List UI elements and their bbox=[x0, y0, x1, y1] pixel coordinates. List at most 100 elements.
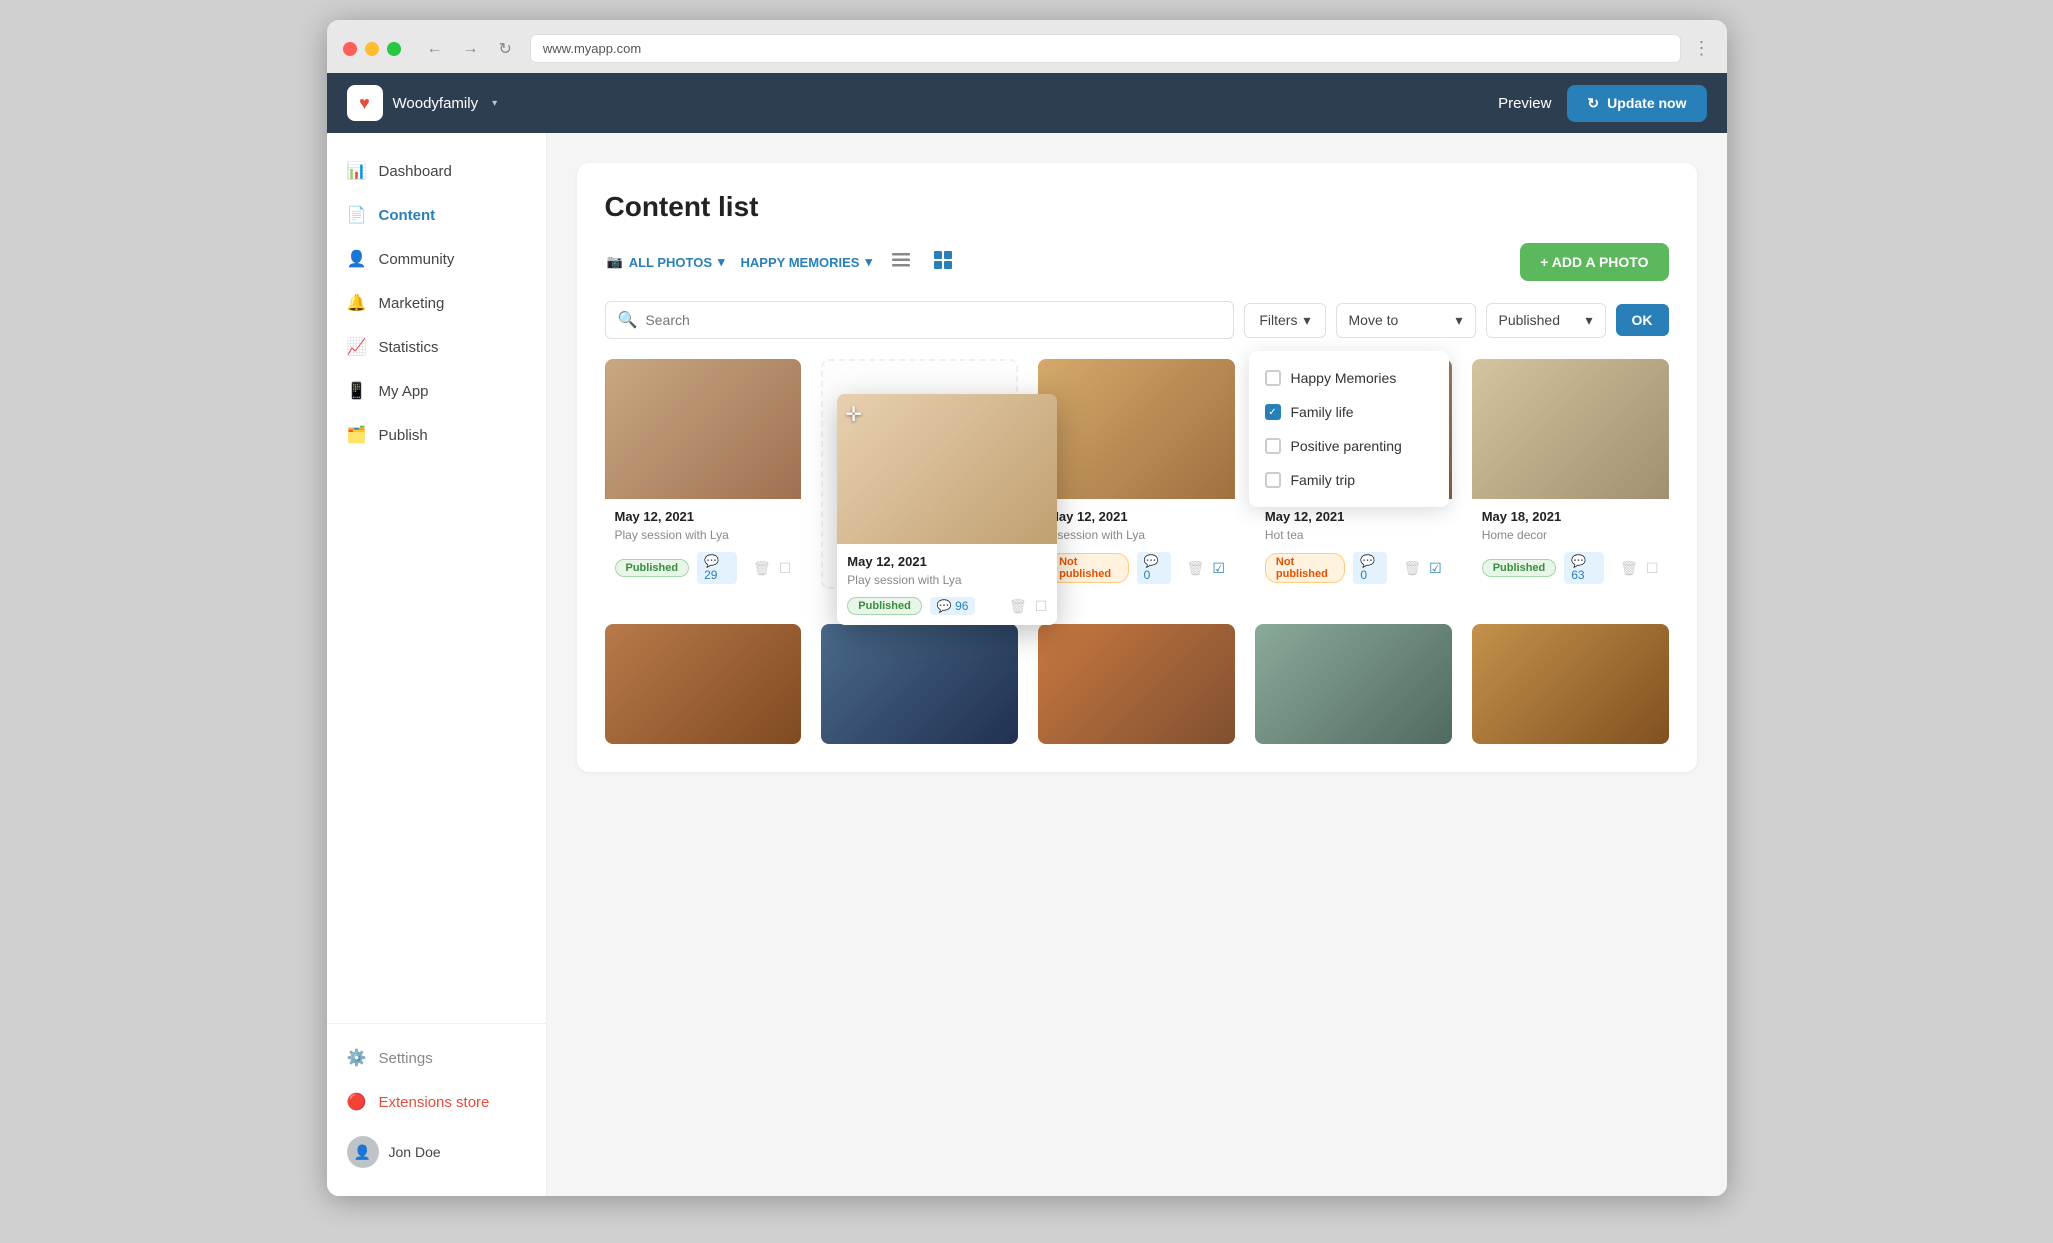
sidebar-item-content[interactable]: 📄 Content bbox=[327, 193, 546, 237]
brand-logo: ♥ bbox=[347, 85, 383, 121]
dropdown-item-family-trip[interactable]: Family trip bbox=[1249, 463, 1449, 497]
sidebar-item-statistics[interactable]: 📈 Statistics bbox=[327, 325, 546, 369]
maximize-window-button[interactable] bbox=[387, 42, 401, 56]
dropdown-item-family-life[interactable]: ✓ Family life bbox=[1249, 395, 1449, 429]
browser-menu-icon[interactable]: ⋮ bbox=[1693, 38, 1711, 59]
delete-icon-4[interactable]: 🗑 bbox=[1403, 560, 1421, 577]
all-photos-arrow-icon: ▾ bbox=[718, 254, 725, 270]
photo-caption-4: Hot tea bbox=[1265, 528, 1442, 542]
address-bar[interactable]: www.myapp.com bbox=[530, 34, 1681, 63]
user-profile-item[interactable]: 👤 Jon Doe bbox=[327, 1124, 546, 1180]
user-name: Jon Doe bbox=[389, 1144, 441, 1160]
move-to-dropdown[interactable]: Move to ▾ bbox=[1336, 303, 1476, 338]
move-to-dropdown-panel: Happy Memories ✓ Family life Positive pa… bbox=[1249, 351, 1449, 507]
sidebar-item-label: Community bbox=[379, 251, 455, 268]
sidebar-item-publish[interactable]: 🗂️ Publish bbox=[327, 413, 546, 457]
sidebar-item-label: Marketing bbox=[379, 295, 445, 312]
refresh-button[interactable]: ↻ bbox=[493, 35, 518, 63]
photo-footer-2: Published 💬 96 🗑 ☐ bbox=[847, 597, 1047, 615]
photo-caption-1: Play session with Lya bbox=[615, 528, 792, 542]
sidebar-item-settings[interactable]: ⚙️ Settings bbox=[327, 1036, 546, 1080]
checkbox-positive-parenting[interactable] bbox=[1265, 438, 1281, 454]
checkbox-4[interactable]: ☑ bbox=[1429, 560, 1442, 577]
photo-info-5: May 18, 2021 Home decor Published 💬 63 🗑… bbox=[1472, 499, 1669, 594]
dropdown-item-happy-memories[interactable]: Happy Memories bbox=[1249, 361, 1449, 395]
checkbox-5[interactable]: ☐ bbox=[1646, 560, 1659, 577]
published-arrow-icon: ▾ bbox=[1585, 312, 1592, 329]
photo-caption-5: Home decor bbox=[1482, 528, 1659, 542]
photo-grid-row1: May 12, 2021 Play session with Lya Publi… bbox=[605, 359, 1669, 594]
photo-thumb-1 bbox=[605, 359, 802, 499]
sidebar-item-marketing[interactable]: 🔔 Marketing bbox=[327, 281, 546, 325]
update-label: Update now bbox=[1607, 95, 1686, 111]
filters-button[interactable]: Filters ▾ bbox=[1244, 303, 1325, 338]
sidebar-item-label: My App bbox=[379, 383, 429, 400]
dropdown-item-label: Family trip bbox=[1291, 472, 1356, 488]
all-photos-filter[interactable]: 📷 ALL PHOTOS ▾ bbox=[605, 250, 727, 274]
update-now-button[interactable]: ↻ Update now bbox=[1567, 85, 1706, 122]
photo-thumb-r2p4 bbox=[1255, 624, 1452, 744]
forward-button[interactable]: → bbox=[457, 36, 485, 62]
checkbox-happy-memories[interactable] bbox=[1265, 370, 1281, 386]
list-view-button[interactable] bbox=[886, 247, 916, 278]
dashboard-icon: 📊 bbox=[347, 161, 367, 181]
ok-button[interactable]: OK bbox=[1616, 304, 1669, 336]
toolbar: 📷 ALL PHOTOS ▾ HAPPY MEMORIES ▾ bbox=[605, 243, 1669, 281]
myapp-icon: 📱 bbox=[347, 381, 367, 401]
grid-view-button[interactable] bbox=[928, 247, 958, 278]
search-input[interactable] bbox=[645, 312, 1221, 328]
update-icon: ↻ bbox=[1587, 95, 1599, 112]
sidebar-item-label: Publish bbox=[379, 427, 428, 444]
comment-count-2: 💬 96 bbox=[930, 597, 976, 615]
photo-thumb-5 bbox=[1472, 359, 1669, 499]
marketing-icon: 🔔 bbox=[347, 293, 367, 313]
sidebar-item-extensions[interactable]: 🔴 Extensions store bbox=[327, 1080, 546, 1124]
photo-footer-1: Published 💬 29 🗑 ☐ bbox=[615, 552, 792, 584]
photo-thumb-3 bbox=[1038, 359, 1235, 499]
dropdown-item-label: Happy Memories bbox=[1291, 370, 1397, 386]
app-wrapper: ♥ Woodyfamily ▾ Preview ↻ Update now 📊 D… bbox=[327, 73, 1727, 1196]
photo-date-3: May 12, 2021 bbox=[1048, 509, 1225, 524]
sidebar-item-label: Settings bbox=[379, 1050, 433, 1067]
traffic-lights bbox=[343, 42, 401, 56]
browser-titlebar: ← → ↻ www.myapp.com ⋮ bbox=[327, 20, 1727, 73]
camera-icon: 📷 bbox=[607, 254, 623, 270]
published-dropdown[interactable]: Published ▾ bbox=[1486, 303, 1606, 338]
happy-memories-filter[interactable]: HAPPY MEMORIES ▾ bbox=[739, 250, 874, 274]
published-label: Published bbox=[1499, 312, 1561, 328]
photo-date-5: May 18, 2021 bbox=[1482, 509, 1659, 524]
brand[interactable]: ♥ Woodyfamily ▾ bbox=[347, 85, 498, 121]
content-card: Content list 📷 ALL PHOTOS ▾ HAPPY MEMORI… bbox=[577, 163, 1697, 772]
avatar: 👤 bbox=[347, 1136, 379, 1168]
statistics-icon: 📈 bbox=[347, 337, 367, 357]
drag-handle-icon[interactable]: ✛ bbox=[845, 402, 862, 427]
checkbox-2[interactable]: ☐ bbox=[1035, 598, 1048, 615]
checkbox-family-life[interactable]: ✓ bbox=[1265, 404, 1281, 420]
preview-button[interactable]: Preview bbox=[1482, 87, 1567, 120]
photo-date-1: May 12, 2021 bbox=[615, 509, 792, 524]
content-icon: 📄 bbox=[347, 205, 367, 225]
filters-arrow-icon: ▾ bbox=[1303, 312, 1310, 329]
sidebar-item-community[interactable]: 👤 Community bbox=[327, 237, 546, 281]
checkbox-3[interactable]: ☑ bbox=[1212, 560, 1225, 577]
settings-icon: ⚙️ bbox=[347, 1048, 367, 1068]
delete-icon-5[interactable]: 🗑 bbox=[1620, 560, 1638, 577]
delete-icon-2[interactable]: 🗑 bbox=[1009, 598, 1027, 615]
back-button[interactable]: ← bbox=[421, 36, 449, 62]
sidebar-item-dashboard[interactable]: 📊 Dashboard bbox=[327, 149, 546, 193]
minimize-window-button[interactable] bbox=[365, 42, 379, 56]
photo-info-1: May 12, 2021 Play session with Lya Publi… bbox=[605, 499, 802, 594]
close-window-button[interactable] bbox=[343, 42, 357, 56]
photo-info-3: May 12, 2021 y session with Lya Not publ… bbox=[1038, 499, 1235, 594]
delete-icon-1[interactable]: 🗑 bbox=[753, 560, 771, 577]
delete-icon-3[interactable]: 🗑 bbox=[1187, 560, 1205, 577]
checkbox-1[interactable]: ☐ bbox=[779, 560, 792, 577]
status-badge-4: Not published bbox=[1265, 553, 1346, 583]
photo-card-2-floating[interactable]: ✛ May 12, 2021 Play session with Lya Pub… bbox=[837, 394, 1057, 625]
dropdown-item-positive-parenting[interactable]: Positive parenting bbox=[1249, 429, 1449, 463]
content-area: Content list 📷 ALL PHOTOS ▾ HAPPY MEMORI… bbox=[547, 133, 1727, 1196]
search-icon: 🔍 bbox=[618, 310, 638, 330]
sidebar-item-myapp[interactable]: 📱 My App bbox=[327, 369, 546, 413]
checkbox-family-trip[interactable] bbox=[1265, 472, 1281, 488]
add-photo-button[interactable]: + ADD A PHOTO bbox=[1520, 243, 1668, 281]
